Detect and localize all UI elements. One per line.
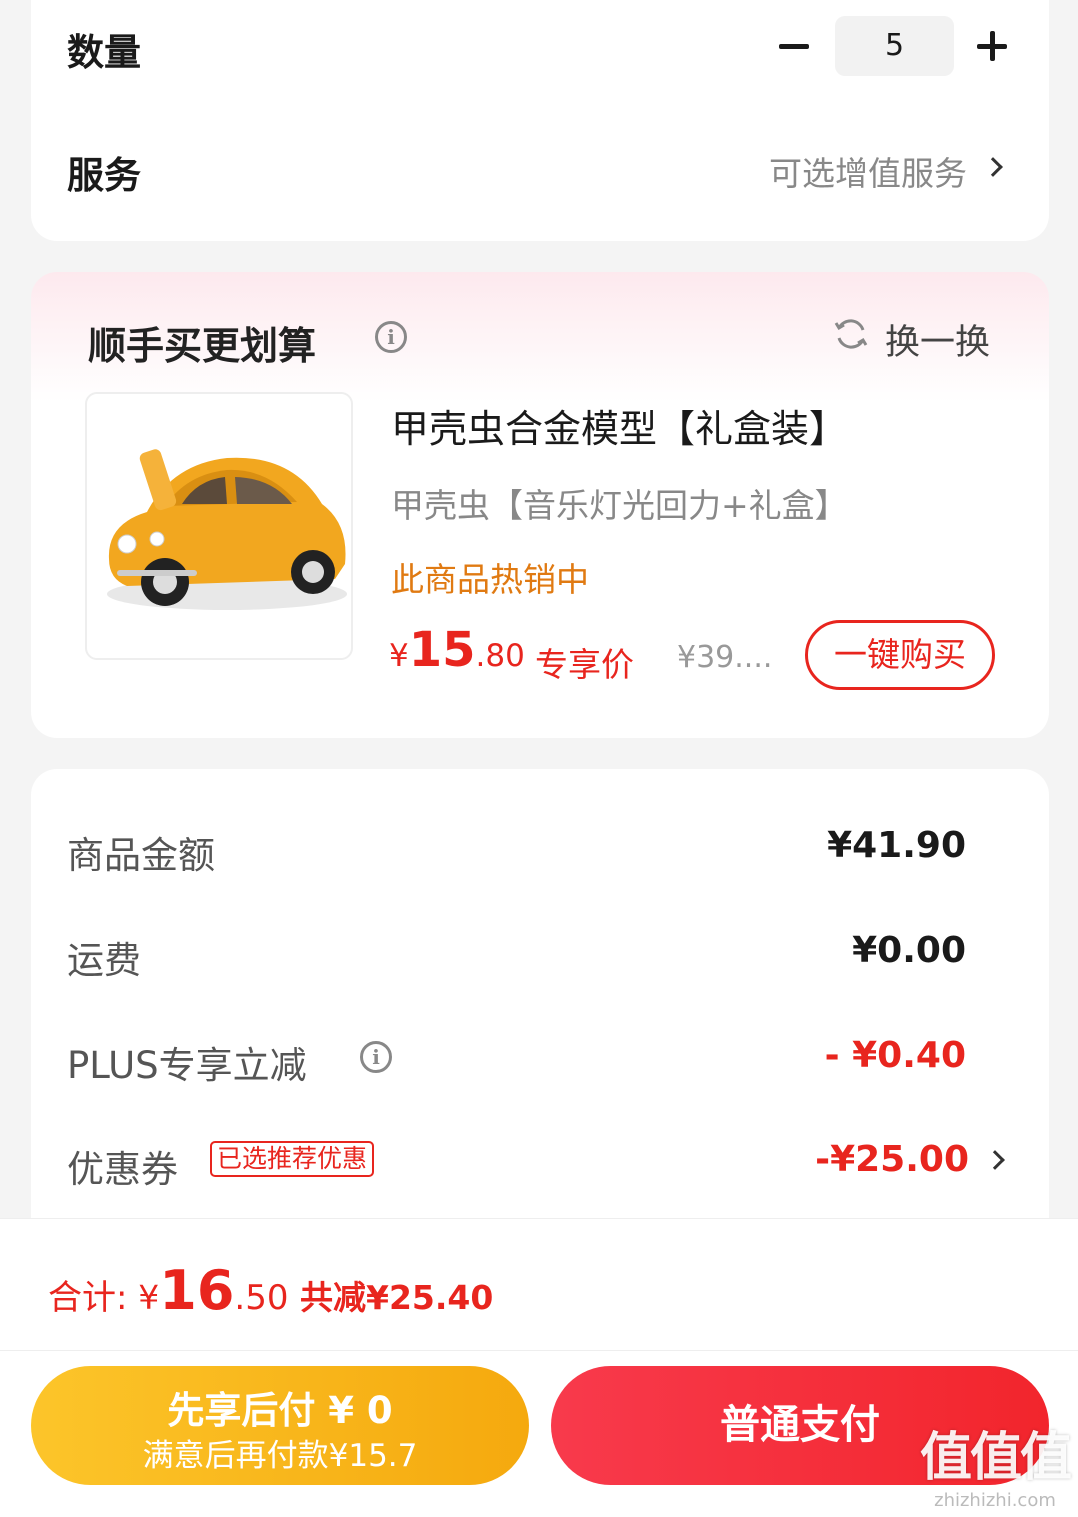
total-saved: 共减¥25.40 [288,1278,494,1317]
decrease-quantity-button[interactable] [775,27,815,67]
exclusive-price-tag: 专享价 [535,645,634,684]
price-decimal: .80 [475,638,525,674]
bundle-card: 顺手买更划算 i 换一换 甲壳虫合金模型【礼盒装】 甲壳虫【音乐灯光回力+礼盒】… [31,272,1049,738]
product-price: ¥15.80 [389,622,525,678]
total-integer: 16 [159,1259,235,1322]
price-currency: ¥ [389,638,409,674]
watermark-text: 值值值 [920,1428,1072,1488]
coupon-label: 优惠券 [67,1148,178,1191]
pay-later-button[interactable]: 先享后付 ¥ 0 满意后再付款¥15.7 [31,1366,529,1485]
product-title[interactable]: 甲壳虫合金模型【礼盒装】 [391,398,847,453]
pay-later-title: 先享后付 ¥ 0 [167,1389,393,1432]
watermark-url: zhizhizhi.com [934,1490,1056,1511]
product-status: 此商品热销中 [391,560,589,599]
quantity-label: 数量 [67,31,141,74]
total-decimal: .50 [234,1278,289,1318]
total-label: 合计: [48,1278,139,1318]
goods-amount-label: 商品金额 [67,834,215,877]
refresh-icon[interactable] [833,316,869,352]
coupon-value[interactable]: -¥25.00 [815,1139,969,1180]
shipping-value: ¥0.00 [852,930,966,971]
total-currency: ¥ [138,1278,160,1317]
coupon-chevron-icon[interactable] [985,1150,1005,1170]
bundle-title: 顺手买更划算 [88,324,317,368]
quantity-value[interactable]: 5 [835,16,954,76]
car-model-image [107,449,347,610]
plus-discount-label: PLUS专享立减 [67,1044,307,1087]
checkout-bar: 合计: ¥16.50 共减¥25.40 先享后付 ¥ 0 满意后再付款¥15.7… [0,1218,1078,1517]
service-value[interactable]: 可选增值服务 [769,147,967,195]
price-integer: 15 [408,622,476,678]
info-icon[interactable]: i [375,321,407,353]
service-label: 服务 [67,154,141,197]
one-click-buy-button[interactable]: 一键购买 [805,620,995,690]
goods-amount-value: ¥41.90 [827,825,966,866]
plus-discount-value: - ¥0.40 [824,1035,966,1076]
fee-card: 商品金额 ¥41.90 运费 ¥0.00 PLUS专享立减 i - ¥0.40 … [31,769,1049,1269]
service-chevron-icon[interactable] [983,157,1003,177]
watermark-logo: 值值值 zhizhizhi.com [920,1415,1072,1511]
product-variant: 甲壳虫【音乐灯光回力+礼盒】 [391,486,848,525]
coupon-recommended-badge: 已选推荐优惠 [210,1141,375,1177]
shipping-label: 运费 [67,939,141,982]
pay-later-subtitle: 满意后再付款¥15.7 [142,1438,418,1474]
product-image[interactable] [85,392,353,660]
options-card: 数量 5 服务 可选增值服务 [31,0,1049,241]
divider [0,1350,1078,1351]
increase-quantity-button[interactable] [973,27,1013,67]
original-price: ¥39.... [677,640,773,675]
refresh-button[interactable]: 换一换 [885,314,990,365]
plus-info-icon[interactable]: i [360,1041,392,1073]
total-summary: 合计: ¥16.50 共减¥25.40 [48,1259,493,1322]
